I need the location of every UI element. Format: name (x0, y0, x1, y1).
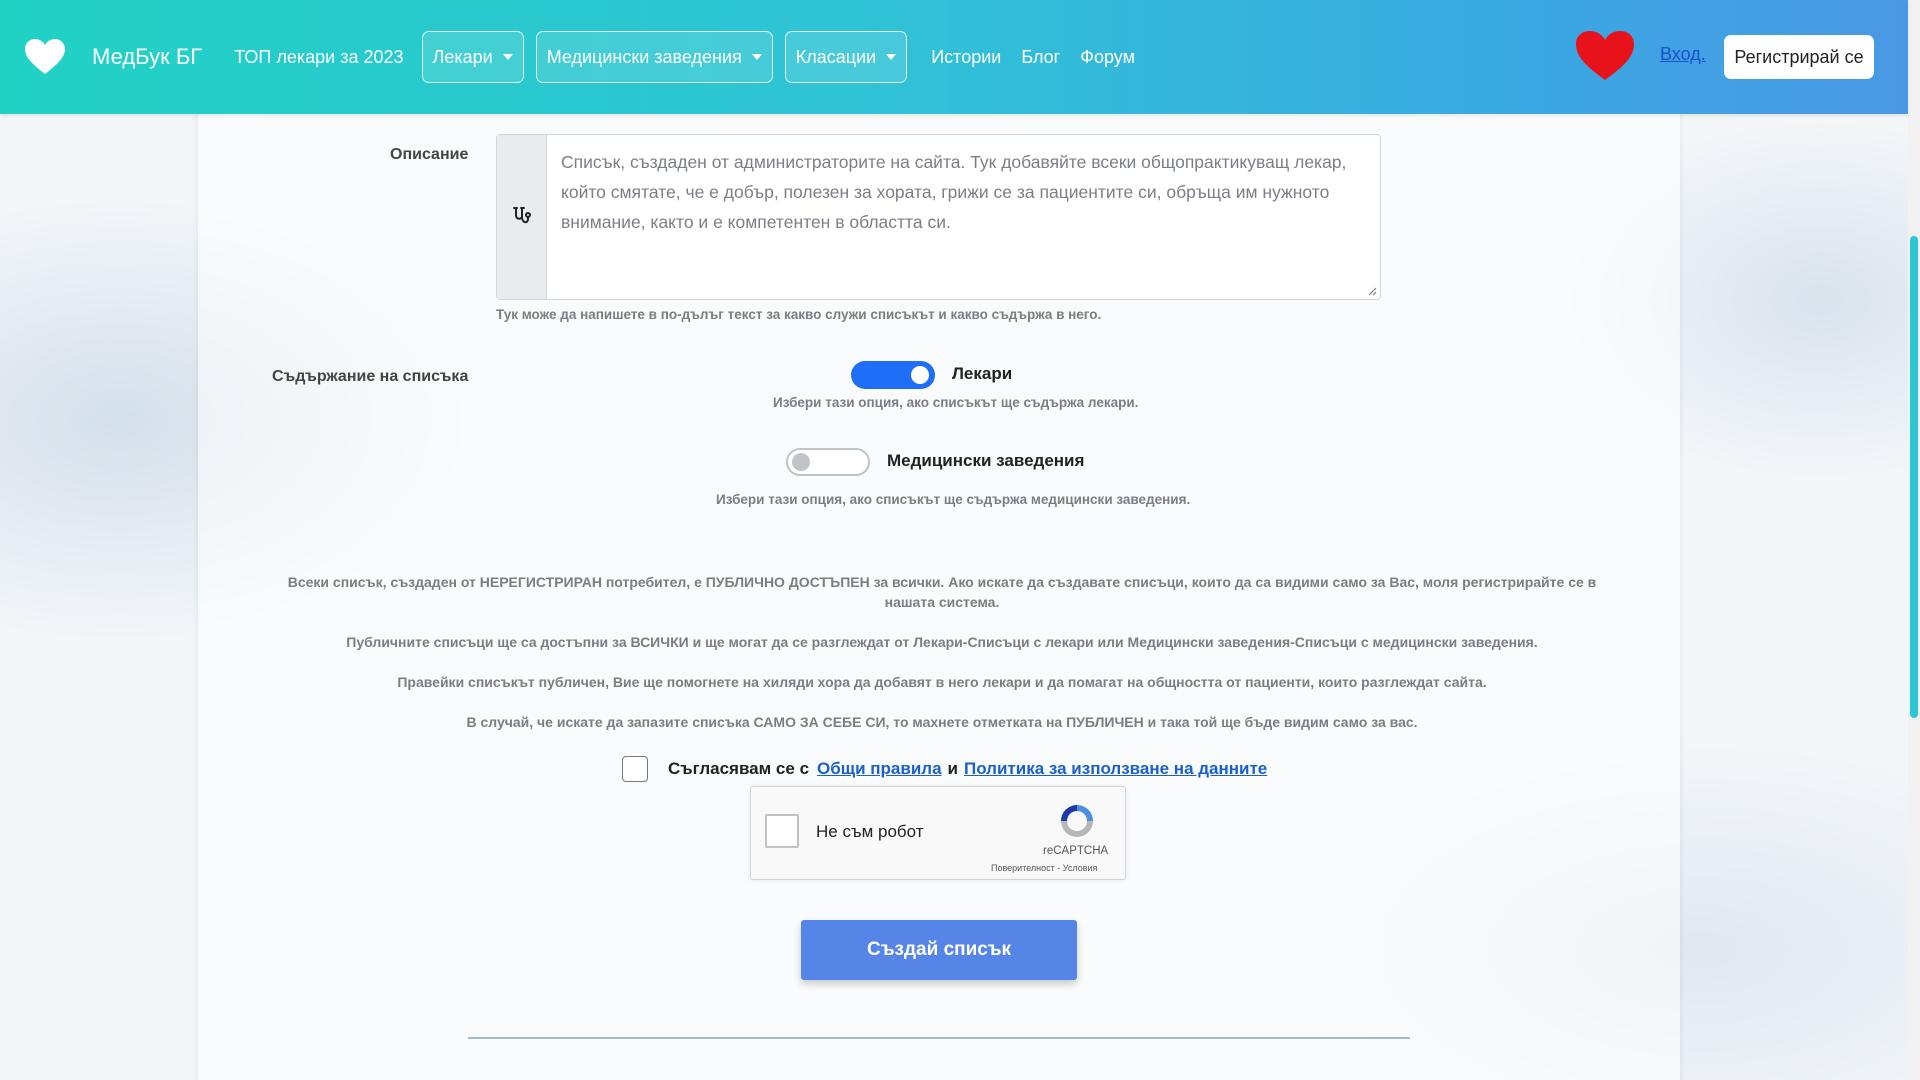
recaptcha-widget: Не съм робот reCAPTCHA Поверителност - У… (750, 786, 1126, 880)
description-help-text: Тук може да напишете в по-дълъг текст за… (496, 307, 1102, 322)
description-textarea[interactable]: Списък, създаден от администраторите на … (547, 135, 1380, 299)
scrollbar-thumb[interactable] (1910, 236, 1918, 718)
nav-dropdown-label: Медицински заведения (546, 46, 742, 67)
nav-link-blog[interactable]: Блог (1021, 47, 1060, 68)
nav-dropdown-label: Класации (795, 46, 877, 67)
nav-link-forum[interactable]: Форум (1080, 47, 1135, 68)
terms-agreement-row: Съгласявам се с Общи правила и Политика … (622, 756, 1267, 782)
notice-make-public: Правейки списъкът публичен, Вие ще помог… (397, 674, 1487, 690)
recaptcha-label: Не съм робот (816, 822, 924, 841)
chevron-down-icon (502, 54, 513, 60)
description-addon (497, 135, 547, 299)
toggle-knob (911, 366, 929, 384)
brand[interactable]: МедБук БГ (24, 39, 202, 75)
terms-prefix: Съгласявам се с (668, 759, 810, 778)
notice-unregistered: Всеки списък, създаден от НЕРЕГИСТРИРАН … (287, 574, 1597, 610)
toggle-knob (792, 453, 810, 471)
resize-handle-icon[interactable] (1367, 286, 1377, 296)
login-link[interactable]: Вход. (1660, 44, 1706, 65)
terms-checkbox[interactable] (622, 756, 648, 782)
recaptcha-brand: reCAPTCHA (1043, 845, 1109, 857)
terms-and: и (947, 759, 958, 778)
brand-name[interactable]: МедБук БГ (92, 44, 202, 70)
nav-dropdown-facilities[interactable]: Медицински заведения (535, 31, 773, 83)
toggle-facilities[interactable] (786, 448, 870, 476)
chevron-down-icon (751, 54, 762, 60)
nav-dropdown-label: Лекари (432, 46, 493, 67)
favorites-heart-icon[interactable] (1574, 30, 1636, 82)
description-field[interactable]: Списък, създаден от администраторите на … (496, 134, 1381, 300)
stethoscope-icon (512, 207, 531, 224)
register-button[interactable]: Регистрирай се (1724, 35, 1874, 79)
top-navbar: МедБук БГ ТОП лекари за 2023 Лекари Меди… (0, 0, 1908, 114)
recaptcha-privacy-terms[interactable]: Поверителност - Условия (991, 863, 1097, 873)
toggle-doctors-label: Лекари (952, 364, 1013, 383)
nav-dropdown-doctors[interactable]: Лекари (421, 31, 524, 83)
data-policy-link[interactable]: Политика за използване на данните (964, 759, 1267, 779)
chevron-down-icon (886, 54, 897, 60)
recaptcha-logo-icon (1061, 805, 1093, 837)
recaptcha-checkbox[interactable] (765, 814, 799, 848)
list-content-label: Съдържание на списъка (272, 368, 469, 385)
notice-public-lists: Публичните списъци ще са достъпни за ВСИ… (346, 634, 1538, 650)
nav-link-stories[interactable]: Истории (931, 47, 1001, 68)
general-rules-link[interactable]: Общи правила (817, 759, 942, 779)
create-list-button[interactable]: Създай списък (801, 920, 1077, 980)
toggle-facilities-label: Медицински заведения (887, 451, 1085, 470)
toggle-doctors-help: Избери тази опция, ако списъкът ще съдър… (773, 395, 1139, 410)
description-label: Описание (390, 146, 469, 163)
toggle-doctors[interactable] (851, 361, 935, 389)
section-divider (468, 1037, 1410, 1039)
notice-private: В случай, че искате да запазите списъка … (466, 714, 1418, 730)
nav-dropdown-rankings[interactable]: Класации (784, 31, 908, 83)
nav-top-doctors-link[interactable]: ТОП лекари за 2023 (234, 47, 403, 68)
heart-icon (25, 39, 65, 74)
toggle-facilities-help: Избери тази опция, ако списъкът ще съдър… (716, 492, 1191, 507)
